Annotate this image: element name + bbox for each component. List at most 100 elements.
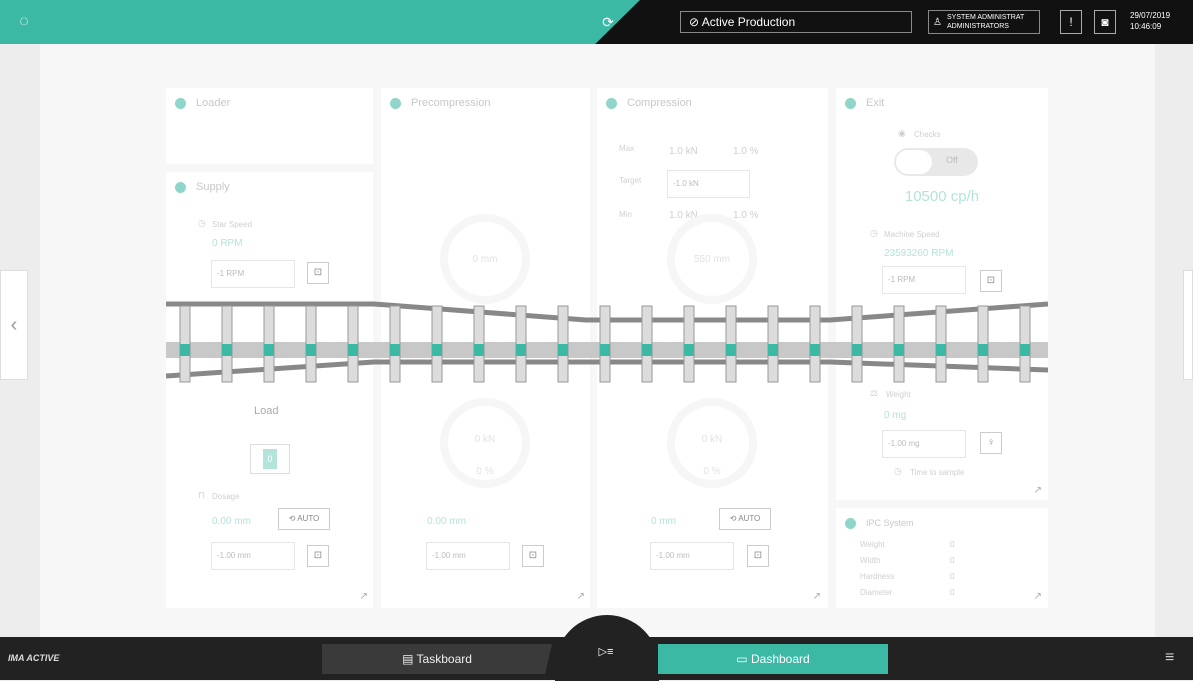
status-dot	[175, 98, 186, 109]
confirm-button[interactable]: ⊡	[980, 270, 1002, 292]
toggle-knob	[896, 150, 932, 174]
expand-icon[interactable]: ↗	[1018, 586, 1046, 608]
hamburger-menu-icon[interactable]: ≡	[1165, 649, 1174, 667]
confirm-button[interactable]: ⊡	[522, 545, 544, 567]
load-label: Load	[254, 405, 279, 417]
play-list-button[interactable]: ▷≡	[585, 641, 627, 663]
download-icon: ⊡	[528, 550, 538, 561]
next-page-button[interactable]	[1183, 270, 1193, 380]
status-dot	[845, 518, 856, 529]
taskboard-tab[interactable]: ▤ Taskboard	[322, 644, 552, 674]
target-input[interactable]: -1.0 kN	[667, 170, 750, 198]
dosage-input[interactable]: -1.00 mm	[211, 542, 295, 570]
status-dot	[175, 182, 186, 193]
tablet	[684, 344, 694, 356]
user-group: ADMINISTRATORS	[947, 23, 1009, 30]
confirm-button[interactable]: ⊡	[307, 262, 329, 284]
machine-speed-label: Machine Speed	[884, 230, 940, 239]
tablet	[852, 344, 862, 356]
checks-label: Checks	[914, 130, 941, 139]
camera-button[interactable]: ◙	[1094, 10, 1116, 34]
speed-gauge-icon: ◷	[198, 218, 206, 228]
user-icon: ♙	[933, 17, 942, 28]
top-bar-accent	[0, 0, 640, 44]
tablet	[768, 344, 778, 356]
press-conveyor-diagram	[166, 301, 1048, 383]
download-icon: ⊡	[753, 550, 763, 561]
auto-label: AUTO	[297, 514, 320, 523]
ipc-system-panel[interactable]: IPC System Weight 0 Width 0 Hardness 0 D…	[836, 508, 1048, 608]
tablet	[642, 344, 652, 356]
status-dot	[845, 98, 856, 109]
panel-title: IPC System	[866, 518, 914, 528]
lower-gauge-value: 0 kN	[474, 434, 496, 445]
tablet	[600, 344, 610, 356]
tablet	[432, 344, 442, 356]
sync-icon[interactable]: ⟳	[598, 12, 618, 32]
tablet	[978, 344, 988, 356]
auto-label: AUTO	[738, 514, 761, 523]
auto-button[interactable]: ⟲ AUTO	[278, 508, 330, 530]
max-label: Max	[619, 144, 635, 153]
expand-icon[interactable]: ↗	[1018, 480, 1046, 502]
punch-set	[179, 305, 1031, 383]
status-dot	[390, 98, 401, 109]
star-speed-input[interactable]: -1 RPM	[211, 260, 295, 288]
confirm-button[interactable]: ⊡	[307, 545, 329, 567]
clock-icon: ◷	[894, 466, 902, 476]
panel-title: Precompression	[411, 97, 491, 109]
weight-input[interactable]: -1.00 mg	[882, 430, 966, 458]
lower-gauge-percent: 0 %	[476, 466, 494, 477]
tablet	[222, 344, 232, 356]
tablet	[474, 344, 484, 356]
sample-button[interactable]: ♀	[980, 432, 1002, 454]
tablet	[348, 344, 358, 356]
alarm-button[interactable]: !	[1060, 10, 1082, 34]
loader-panel[interactable]: Loader	[166, 88, 373, 164]
tablet	[390, 344, 400, 356]
tablet	[936, 344, 946, 356]
tablet	[306, 344, 316, 356]
status-dot	[606, 98, 617, 109]
expand-icon[interactable]: ↗	[561, 586, 589, 608]
upper-gauge-value: 0 mm	[472, 254, 498, 265]
ipc-row-value: 0	[950, 588, 955, 597]
time-label: 10:46:09	[1130, 22, 1162, 31]
tablet	[726, 344, 736, 356]
ipc-row-label: Hardness	[860, 572, 895, 581]
panel-title: Loader	[196, 97, 231, 109]
precompression-input[interactable]: -1.00 mm	[426, 542, 510, 570]
ipc-row-label: Width	[860, 556, 881, 565]
download-icon: ⊡	[313, 267, 323, 278]
clock: 29/07/2019 10:46:09	[1130, 10, 1170, 32]
tablet	[516, 344, 526, 356]
camera-icon: ◙	[1101, 15, 1109, 29]
exit-panel[interactable]: Exit ◉ Checks Off 10500 cp/h ◷ Machine S…	[836, 88, 1048, 500]
weight-label: Weight	[886, 390, 911, 399]
tablet	[894, 344, 904, 356]
weight-value: 0 mg	[884, 410, 907, 421]
exclamation-icon: !	[1069, 15, 1073, 29]
precompression-value: 0.00 mm	[427, 516, 466, 527]
machine-speed-input[interactable]: -1 RPM	[882, 266, 966, 294]
brand-logo: IMA ACTIVE	[8, 653, 60, 663]
dashboard-tab[interactable]: ▭ Dashboard	[658, 644, 888, 674]
user-badge[interactable]: ♙ SYSTEM ADMINISTRAT ADMINISTRATORS	[928, 10, 1040, 34]
lower-gauge-value: 0 kN	[701, 434, 723, 445]
previous-page-button[interactable]: ‹	[0, 270, 28, 380]
expand-icon[interactable]: ↗	[344, 586, 372, 608]
confirm-button[interactable]: ⊡	[747, 545, 769, 567]
auto-button[interactable]: ⟲ AUTO	[719, 508, 771, 530]
checks-toggle[interactable]: Off	[894, 148, 978, 176]
expand-icon[interactable]: ↗	[797, 586, 825, 608]
ipc-row-value: 0	[950, 572, 955, 581]
time-to-sample-label: Time to sample	[910, 468, 965, 477]
compression-input[interactable]: -1.00 mm	[650, 542, 734, 570]
production-rate: 10500 cp/h	[904, 188, 980, 205]
supply-panel[interactable]: Supply ◷ Star Speed 0 RPM -1 RPM ⊡ Load …	[166, 172, 373, 608]
machine-speed-value: 23593260 RPM	[884, 248, 954, 259]
chevron-left-icon: ‹	[10, 314, 18, 336]
ipc-row-label: Diameter	[860, 588, 893, 597]
machine-state-indicator[interactable]: ⊘ Active Production	[680, 11, 912, 33]
panel-title: Compression	[627, 97, 692, 109]
